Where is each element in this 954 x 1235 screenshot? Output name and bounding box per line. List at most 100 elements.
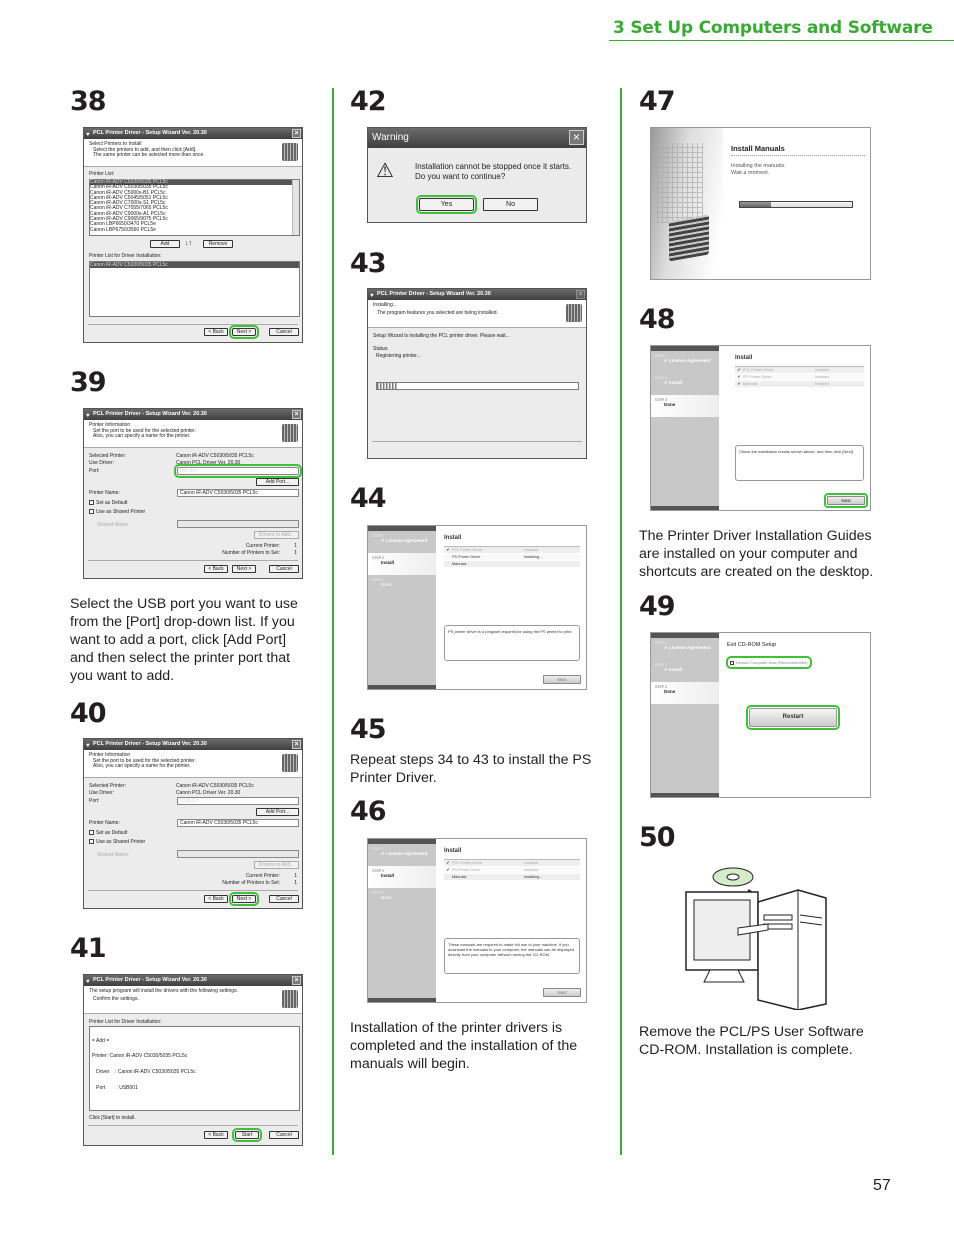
table-row: Manuals Installing... <box>444 874 580 881</box>
back-button[interactable]: < Back <box>204 328 228 336</box>
restart-button[interactable]: Restart <box>746 705 840 730</box>
shared-printer-checkbox[interactable] <box>89 509 94 515</box>
port-dropdown[interactable]: USB001 <box>177 797 299 805</box>
caption-line: Select the USB port you want to use <box>70 596 298 612</box>
checkmark-icon: ✔ <box>446 868 450 872</box>
back-button[interactable]: < Back <box>204 895 228 903</box>
close-icon[interactable]: × <box>569 130 584 145</box>
add-port-button[interactable]: Add Port... <box>256 808 299 816</box>
printer-count-label: Number of Printers to Set: <box>222 880 280 886</box>
wizard-subtext: The same printer can be selected more th… <box>93 152 205 158</box>
next-button[interactable]: Next <box>824 493 868 508</box>
selected-printer-value: Canon iR-ADV C5030/5035 PCL5c <box>176 783 254 789</box>
close-icon[interactable]: × <box>292 129 301 138</box>
next-button[interactable]: Next > <box>229 325 259 339</box>
caption-line: want to add a port, click [Add Port] <box>70 632 287 648</box>
shared-name-input[interactable] <box>177 850 299 858</box>
caption-line: you want to add. <box>70 668 175 684</box>
current-printer-value: 1 <box>294 873 297 879</box>
window-title: PCL Printer Driver - Setup Wizard Ver. 2… <box>377 291 491 297</box>
shared-name-input[interactable] <box>177 520 299 528</box>
next-button[interactable]: Next > <box>232 565 256 573</box>
drivers-to-add-button[interactable]: Drivers to Add... <box>254 861 299 869</box>
warning-icon: ⚠ <box>376 160 394 182</box>
restart-now-option[interactable]: Restart Computer Now (Recommended) <box>726 656 812 669</box>
set-default-checkbox[interactable] <box>89 500 94 506</box>
close-icon[interactable]: × <box>292 976 301 985</box>
item-status: Installed <box>815 375 830 379</box>
close-icon[interactable]: × <box>292 410 301 419</box>
remove-button[interactable]: Remove <box>203 240 233 248</box>
shared-printer-checkbox[interactable] <box>89 839 94 845</box>
printer-list[interactable]: Canon iR-ADV C5030/5035 PCL5c Canon iR-A… <box>89 179 300 236</box>
yes-button[interactable]: Yes <box>416 195 477 214</box>
step-number: 48 <box>639 304 676 335</box>
back-button[interactable]: < Back <box>204 565 228 573</box>
install-list[interactable]: Canon iR-ADV C5030/5035 PCL5c <box>89 261 300 317</box>
printer-icon <box>566 304 582 322</box>
printer-icon <box>282 990 298 1008</box>
set-default-checkbox[interactable] <box>89 830 94 836</box>
driver-label: Use Driver: <box>89 790 115 796</box>
drivers-to-add-button[interactable]: Drivers to Add... <box>254 531 299 539</box>
start-button[interactable]: Start <box>232 1128 262 1142</box>
close-icon[interactable]: × <box>292 740 301 749</box>
shared-name-label: Shared Name: <box>97 852 130 858</box>
step-title: License Agreement <box>669 645 711 650</box>
caption-line: Repeat steps 34 to 43 to install the PS <box>350 752 592 768</box>
description-box: These manuals are required to make full … <box>444 938 580 974</box>
status-text: Installing the manuals. <box>731 163 786 169</box>
next-button[interactable]: Next <box>543 675 581 684</box>
install-heading: Install <box>444 535 462 541</box>
item-status: Installing... <box>524 555 543 559</box>
add-port-button[interactable]: Add Port... <box>256 478 299 486</box>
manuals-progress-bar <box>739 201 853 208</box>
no-button[interactable]: No <box>483 198 538 211</box>
add-button[interactable]: Add <box>150 240 180 248</box>
checkmark-icon: ✔ <box>664 667 668 672</box>
step-title: Done <box>664 689 676 694</box>
computer-tower <box>757 889 827 1010</box>
header-rule <box>609 40 954 41</box>
current-printer-label: Current Printer: <box>245 873 280 879</box>
printer-icon <box>282 424 298 442</box>
next-button[interactable]: Next <box>543 988 581 997</box>
cube-graphic <box>651 128 723 279</box>
wizard-screenshot-select-printers: ♥ PCL Printer Driver - Setup Wizard Ver. … <box>83 127 303 343</box>
item-status: Installed <box>524 868 539 872</box>
back-button[interactable]: < Back <box>204 1131 228 1139</box>
selected-printer-label: Selected Printer: <box>89 453 126 459</box>
summary-line: Printer: Canon iR-ADV C5030/5035 PCL5c <box>92 1053 188 1060</box>
shared-name-label: Shared Name: <box>97 522 130 528</box>
install-heading: Install <box>444 848 462 854</box>
caption-line: Printer Driver. <box>350 770 437 786</box>
restart-checkbox[interactable] <box>730 660 734 665</box>
item-status: Installed <box>524 548 539 552</box>
cancel-button[interactable]: Cancel <box>269 1131 299 1139</box>
caption-line: completed and the installation of the <box>350 1038 578 1054</box>
next-button[interactable]: Next > <box>229 892 259 906</box>
cancel-button[interactable]: Cancel <box>269 565 299 573</box>
step-48-instructions: The Printer Driver Installation Guides a… <box>639 527 873 581</box>
scrollbar[interactable] <box>292 180 299 235</box>
printer-name-input[interactable]: Canon iR-ADV C5030/5035 PCL5c <box>177 489 299 497</box>
table-row: ✔ PCL Printer Driver Installed <box>444 860 580 867</box>
list-item[interactable]: Canon LBP6750/3560 PCL5e <box>90 227 299 233</box>
cancel-button[interactable]: Cancel <box>269 328 299 336</box>
list-item[interactable]: Canon iR-ADV C5030/5035 PCL5c <box>90 262 299 268</box>
printer-name-input[interactable]: Canon iR-ADV C5030/5035 PCL5c <box>177 819 299 827</box>
install-list-label: Printer List for Driver Installation: <box>89 253 162 259</box>
step-number: 41 <box>70 933 107 964</box>
item-name: PS Printer Driver <box>743 375 772 379</box>
checkbox-label: Set as Default <box>96 500 128 506</box>
step-number: 44 <box>350 483 387 514</box>
window-title: PCL Printer Driver - Setup Wizard Ver. 2… <box>93 130 207 136</box>
printer-name-label: Printer Name: <box>89 820 120 826</box>
printer-count-value: 1 <box>294 880 297 886</box>
printer-count-label: Number of Printers to Set: <box>222 550 280 556</box>
caption-line: Installation of the printer drivers is <box>350 1020 563 1036</box>
port-dropdown[interactable]: Not Set <box>174 464 302 478</box>
wizard-screenshot-port-selected: ♥ PCL Printer Driver - Setup Wizard Ver. … <box>83 738 303 909</box>
cancel-button[interactable]: Cancel <box>269 895 299 903</box>
current-printer-value: 1 <box>294 543 297 549</box>
